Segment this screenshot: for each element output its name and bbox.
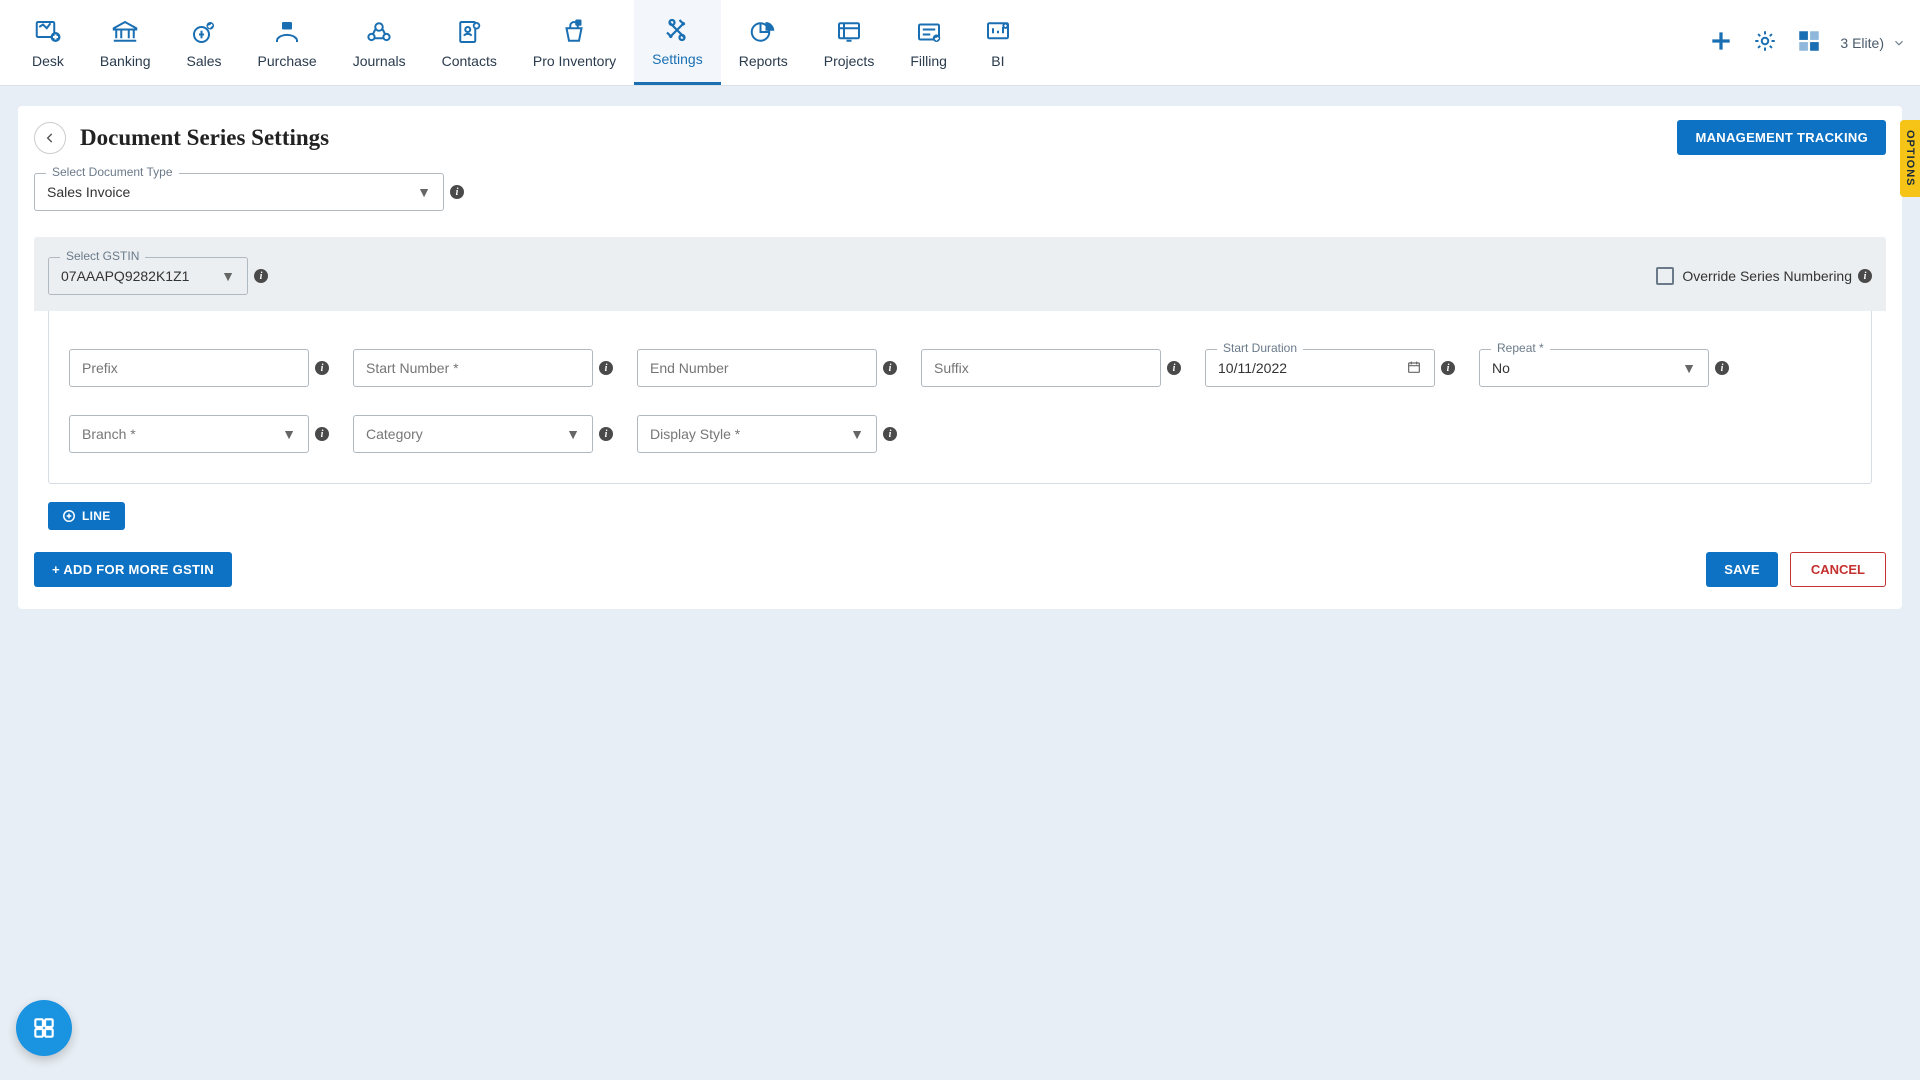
- cancel-button[interactable]: CANCEL: [1790, 552, 1886, 587]
- info-icon[interactable]: i: [883, 361, 897, 375]
- management-tracking-button[interactable]: MANAGEMENT TRACKING: [1677, 120, 1886, 155]
- nav-banking[interactable]: Banking: [82, 0, 169, 85]
- banking-icon: [110, 17, 140, 47]
- contacts-icon: [454, 17, 484, 47]
- calc-icon[interactable]: [1796, 28, 1822, 57]
- prefix-input[interactable]: [69, 349, 309, 387]
- repeat-label: Repeat *: [1491, 341, 1550, 355]
- override-label: Override Series Numbering: [1682, 268, 1852, 284]
- nav-projects[interactable]: Projects: [806, 0, 893, 85]
- line-button[interactable]: LINE: [48, 502, 125, 530]
- info-icon[interactable]: i: [315, 361, 329, 375]
- nav-reports[interactable]: Reports: [721, 0, 806, 85]
- desk-icon: [33, 17, 63, 47]
- journals-icon: [364, 17, 394, 47]
- info-icon[interactable]: i: [450, 185, 464, 199]
- category-select[interactable]: Category ▼: [353, 415, 593, 453]
- chevron-down-icon: [1892, 36, 1906, 50]
- calendar-icon[interactable]: [1406, 359, 1422, 378]
- info-icon[interactable]: i: [1441, 361, 1455, 375]
- nav-desk[interactable]: Desk: [14, 0, 82, 85]
- nav-sales[interactable]: Sales: [169, 0, 240, 85]
- top-nav: Desk Banking Sales Purchase Journals Con…: [0, 0, 1920, 86]
- info-icon[interactable]: i: [599, 361, 613, 375]
- info-icon[interactable]: i: [1167, 361, 1181, 375]
- info-icon[interactable]: i: [599, 427, 613, 441]
- options-tab[interactable]: OPTIONS: [1900, 120, 1920, 197]
- gstin-bar: Select GSTIN 07AAAPQ9282K1Z1 ▼ i Overrid…: [34, 237, 1886, 311]
- nav-filling[interactable]: Filling: [892, 0, 965, 85]
- info-icon[interactable]: i: [883, 427, 897, 441]
- settings-icon: [662, 15, 692, 45]
- caret-down-icon: ▼: [1682, 360, 1696, 376]
- caret-down-icon: ▼: [221, 268, 235, 284]
- nav-bi[interactable]: BI: [965, 0, 1031, 85]
- purchase-icon: [272, 17, 302, 47]
- start-duration-label: Start Duration: [1217, 341, 1303, 355]
- filling-icon: [914, 17, 944, 47]
- user-menu[interactable]: 3 Elite): [1840, 35, 1906, 51]
- branch-select[interactable]: Branch * ▼: [69, 415, 309, 453]
- caret-down-icon: ▼: [850, 426, 864, 442]
- info-icon[interactable]: i: [1858, 269, 1872, 283]
- doc-type-label: Select Document Type: [46, 165, 179, 179]
- nav-proinventory[interactable]: Pro Inventory: [515, 0, 634, 85]
- nav-contacts[interactable]: Contacts: [424, 0, 515, 85]
- display-style-select[interactable]: Display Style * ▼: [637, 415, 877, 453]
- projects-icon: [834, 17, 864, 47]
- add-gstin-button[interactable]: + ADD FOR MORE GSTIN: [34, 552, 232, 587]
- series-form: i i: [48, 311, 1872, 484]
- chevron-left-icon: [43, 131, 57, 145]
- nav-purchase[interactable]: Purchase: [240, 0, 335, 85]
- back-button[interactable]: [34, 122, 66, 154]
- save-button[interactable]: SAVE: [1706, 552, 1778, 587]
- suffix-input[interactable]: [921, 349, 1161, 387]
- sales-icon: [189, 17, 219, 47]
- nav-journals[interactable]: Journals: [335, 0, 424, 85]
- info-icon[interactable]: i: [254, 269, 268, 283]
- nav-settings[interactable]: Settings: [634, 0, 721, 85]
- caret-down-icon: ▼: [282, 426, 296, 442]
- end-number-input[interactable]: [637, 349, 877, 387]
- page-title: Document Series Settings: [80, 125, 329, 151]
- override-checkbox[interactable]: [1656, 267, 1674, 285]
- add-icon[interactable]: [1708, 28, 1734, 57]
- plus-circle-icon: [62, 509, 76, 523]
- main-panel: Document Series Settings MANAGEMENT TRAC…: [18, 106, 1902, 609]
- start-number-input[interactable]: [353, 349, 593, 387]
- reports-icon: [748, 17, 778, 47]
- inventory-icon: [559, 17, 589, 47]
- caret-down-icon: ▼: [566, 426, 580, 442]
- info-icon[interactable]: i: [1715, 361, 1729, 375]
- bi-icon: [983, 17, 1013, 47]
- gear-icon[interactable]: [1752, 28, 1778, 57]
- gstin-label: Select GSTIN: [60, 249, 145, 263]
- info-icon[interactable]: i: [315, 427, 329, 441]
- app-launcher-fab[interactable]: [16, 1000, 72, 1056]
- caret-down-icon: ▼: [417, 184, 431, 200]
